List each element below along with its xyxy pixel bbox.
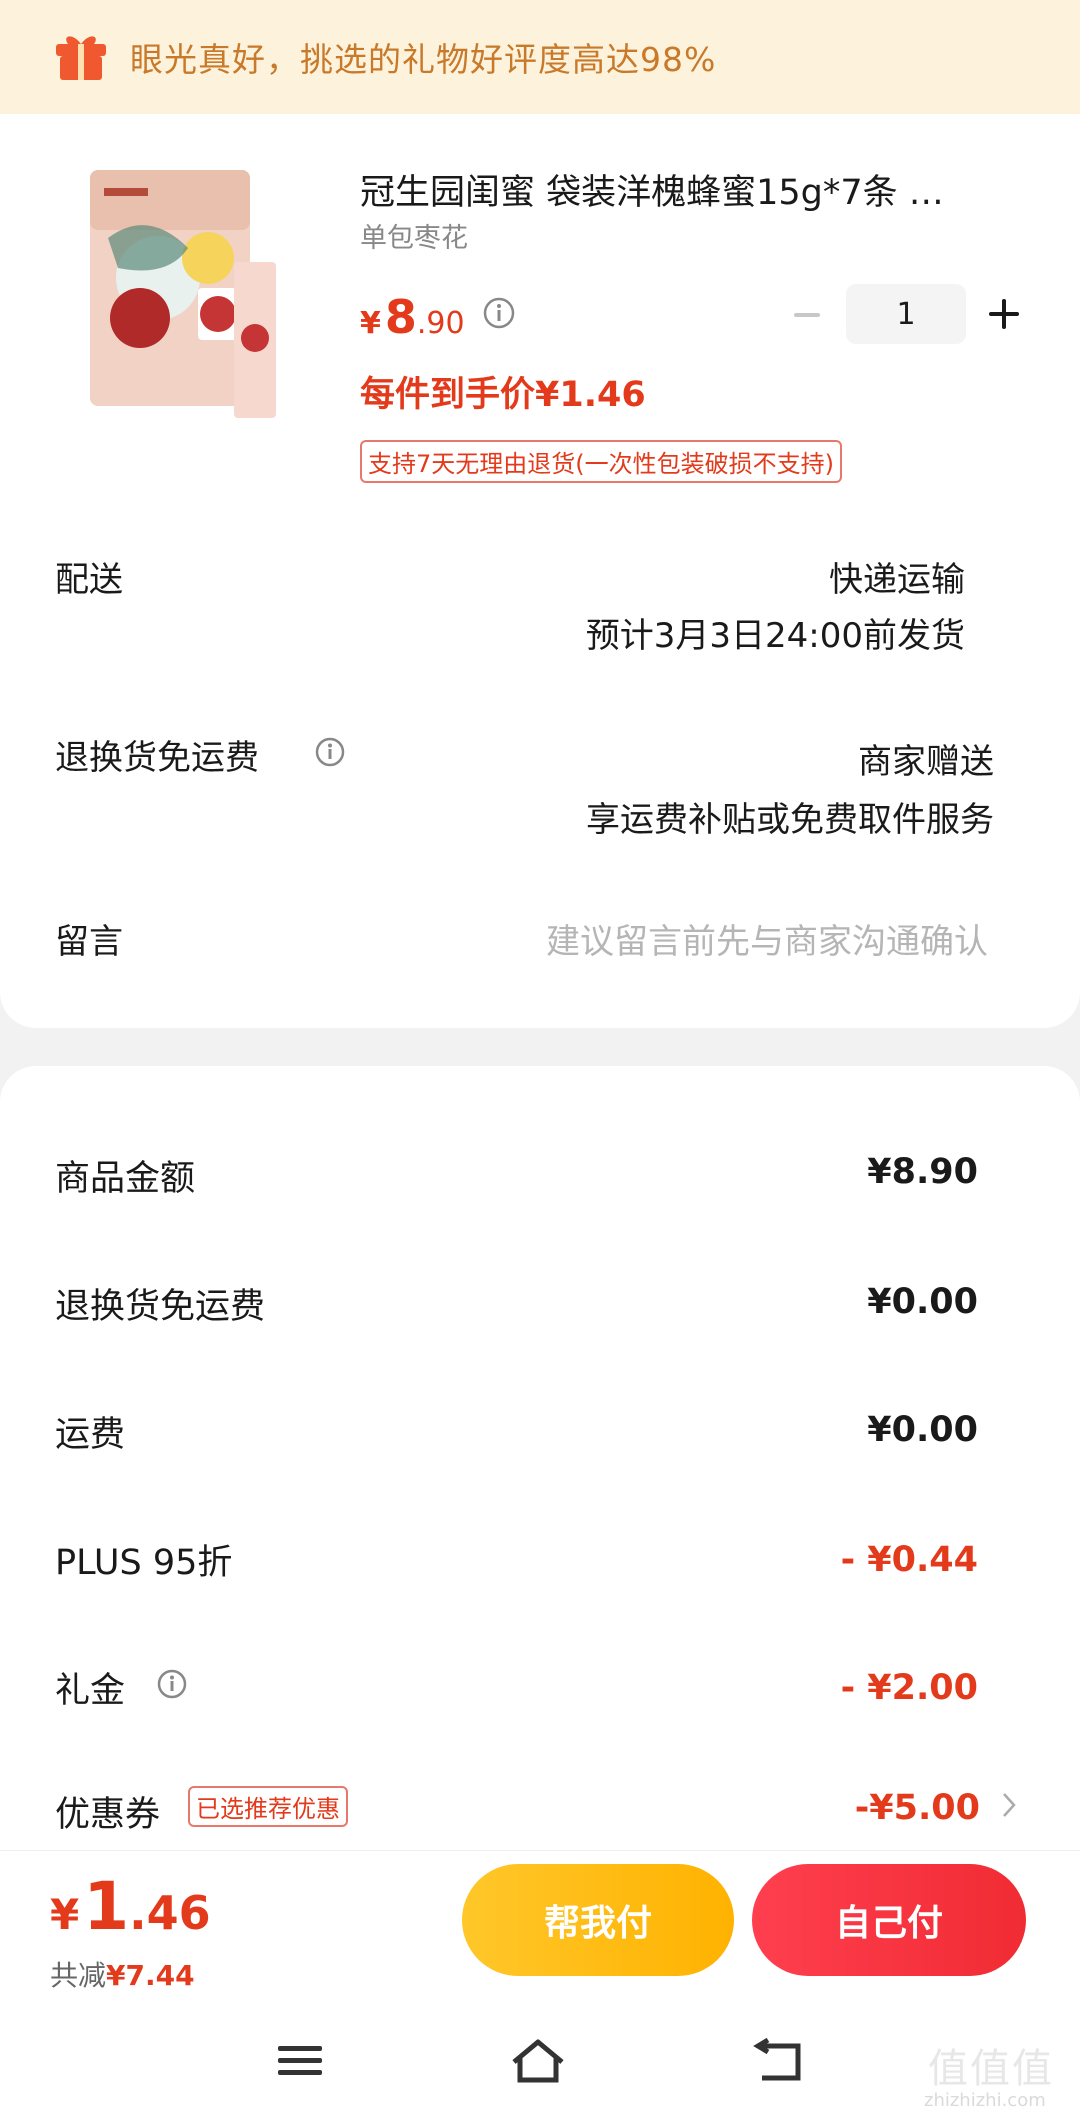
summary-label-gift-cash: 礼金 [55,1671,126,1711]
return-policy-tag: 支持7天无理由退货(一次性包装破损不支持) [360,440,842,483]
price-currency: ¥ [360,306,381,341]
summary-label-plus: PLUS 95折 [55,1543,233,1583]
banner-text: 眼光真好，挑选的礼物好评度高达98% [130,40,717,79]
return-shipping-detail: 享运费补贴或免费取件服务 [586,800,994,840]
price-integer: 8 [384,290,417,344]
info-icon[interactable] [482,296,516,330]
total-saved: 共减¥7.44 [50,1954,195,1994]
summary-label-shipping: 运费 [55,1415,126,1455]
summary-value-return-shipping: ¥0.00 [867,1282,978,1322]
delivery-eta: 预计3月3日24:00前发货 [585,616,965,656]
delivery-label: 配送 [55,560,123,600]
total-currency: ¥ [50,1890,80,1939]
coupon-recommended-tag: 已选推荐优惠 [188,1786,348,1827]
summary-label-goods: 商品金额 [55,1159,196,1199]
message-input[interactable]: 建议留言前先与商家沟通确认 [546,914,988,963]
info-icon[interactable] [156,1668,188,1700]
home-icon[interactable] [508,2036,568,2086]
summary-value-plus: - ¥0.44 [840,1540,978,1580]
delivery-method[interactable]: 快递运输 [829,552,965,601]
product-price: ¥ 8 .90 [360,290,465,344]
saved-value: ¥7.44 [106,1959,195,1992]
total-integer: 1 [83,1868,130,1945]
price-decimal: .90 [416,306,465,341]
product-spec: 单包枣花 [360,223,468,254]
pay-myself-button[interactable]: 自己付 [752,1864,1026,1976]
info-icon[interactable] [314,736,346,768]
chevron-right-icon[interactable] [1000,1790,1018,1820]
summary-value-shipping: ¥0.00 [867,1410,978,1450]
back-icon[interactable] [748,2036,808,2086]
return-shipping-label: 退换货免运费 [55,738,259,778]
message-label: 留言 [55,922,123,962]
product-image[interactable] [88,168,298,424]
help-me-pay-button[interactable]: 帮我付 [462,1864,734,1976]
unit-final-price: 每件到手价¥1.46 [360,375,646,415]
quantity-value[interactable]: 1 [846,284,966,344]
quantity-minus-button[interactable] [790,298,824,332]
summary-value-goods: ¥8.90 [867,1152,978,1192]
summary-value-coupon[interactable]: -¥5.00 [855,1788,980,1828]
total-price: ¥ 1 .46 [50,1868,211,1945]
gift-banner: 眼光真好，挑选的礼物好评度高达98% [0,0,1080,114]
total-decimal: .46 [129,1886,211,1940]
saved-label: 共减 [50,1959,107,1992]
summary-label-return-shipping: 退换货免运费 [55,1287,266,1327]
quantity-plus-button[interactable] [986,296,1022,332]
summary-label-coupon: 优惠券 [55,1795,161,1835]
return-shipping-value: 商家赠送 [858,742,994,782]
summary-value-gift-cash: - ¥2.00 [840,1668,978,1708]
watermark-url: zhizhizhi.com [924,2090,1046,2111]
watermark: 值值值 [928,2046,1054,2092]
menu-icon[interactable] [270,2036,330,2086]
product-title[interactable]: 冠生园闺蜜 袋装洋槐蜂蜜15g*7条 … [360,164,1010,215]
gift-icon [56,36,106,80]
